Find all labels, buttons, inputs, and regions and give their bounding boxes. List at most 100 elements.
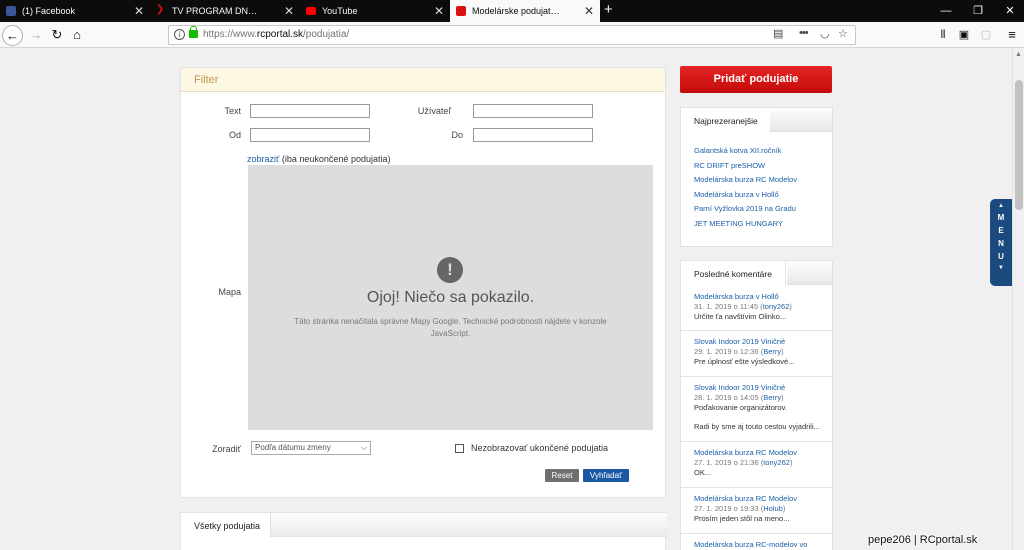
comment-text: OK... — [694, 468, 712, 477]
hamburger-menu-icon[interactable]: ≡ — [1002, 25, 1022, 45]
lock-icon[interactable] — [189, 26, 198, 38]
comment-text: Poďakovanie organizátorov. — [694, 403, 787, 412]
search-button[interactable]: Vyhľadať — [583, 469, 629, 482]
comment-user[interactable]: tony262 — [763, 302, 790, 311]
page-actions-icon[interactable]: ••• — [799, 27, 809, 39]
show-link[interactable]: zobraziť — [247, 154, 279, 164]
text-input[interactable] — [250, 104, 370, 118]
popular-item[interactable]: Modelárska burza RC Modelov — [681, 173, 832, 188]
comment-meta: 27. 1. 2019 o 19:33 (Holub) — [694, 504, 786, 513]
watermark: pepe206 | RCportal.sk — [868, 534, 978, 546]
sort-select[interactable]: Podľa dátumu zmeny ⌵ — [251, 441, 371, 455]
user-label: Užívateľ — [417, 106, 451, 116]
info-icon[interactable]: i — [174, 29, 185, 40]
side-menu-tab[interactable]: ▲ M E N U ▼ — [990, 199, 1012, 286]
menu-arrow-icon: ▼ — [998, 265, 1004, 271]
url-text[interactable]: https://www.rcportal.sk/podujatia/ — [203, 29, 349, 40]
header-gradient — [770, 108, 832, 132]
tab-rcportal[interactable]: Modelárske podujatia a stretnu ✕ — [450, 0, 600, 22]
comment-title[interactable]: Modelárska burza RC-modelov vo — [694, 540, 828, 550]
hide-finished-label[interactable]: Nezobrazovať ukončené podujatia — [471, 443, 608, 453]
exclamation-icon: ! — [437, 257, 463, 283]
youtube-icon — [306, 7, 316, 15]
comment-date: 27. 1. 2019 o 19:33 — [694, 504, 759, 513]
menu-letter: U — [998, 252, 1004, 261]
reader-view-icon[interactable]: ▤ — [773, 27, 783, 40]
home-icon[interactable]: ⌂ — [67, 25, 87, 45]
page-scrollbar[interactable]: ▲ — [1012, 49, 1024, 550]
tab-facebook[interactable]: (1) Facebook ✕ — [0, 0, 150, 22]
comment-item: Modelárska burza v Hollő 31. 1. 2019 o 1… — [681, 286, 832, 331]
comment-title[interactable]: Slovak Indoor 2019 Viničné — [694, 337, 828, 347]
map-error-message: Táto stránka nenačítala správne Mapy Goo… — [294, 317, 607, 338]
restore-button[interactable]: ❐ — [968, 0, 988, 22]
tab-title: YouTube — [322, 6, 358, 16]
tab-strip-background — [271, 513, 667, 537]
hide-finished-checkbox[interactable] — [455, 444, 464, 453]
url-host: rcportal.sk — [256, 29, 304, 40]
bookmark-star-icon[interactable]: ☆ — [838, 27, 848, 40]
tab-youtube[interactable]: YouTube ✕ — [300, 0, 450, 22]
extension-icon[interactable]: ▢ — [976, 25, 996, 45]
new-tab-button[interactable]: + — [604, 0, 613, 22]
comment-title[interactable]: Modelárska burza RC Modelov — [694, 448, 828, 458]
tab-title: (1) Facebook — [22, 6, 76, 16]
popular-title[interactable]: Najprezeranejšie — [681, 108, 772, 133]
scroll-up-icon[interactable]: ▲ — [1015, 51, 1022, 58]
reload-icon[interactable]: ↻ — [47, 25, 67, 45]
library-icon[interactable]: ⫴ — [933, 25, 953, 45]
popular-item[interactable]: JET MEETING HUNGARY — [681, 217, 832, 232]
address-bar[interactable]: i https://www.rcportal.sk/podujatia/ ▤ •… — [168, 25, 856, 45]
popular-item[interactable]: Modelárska burza v Hollő — [681, 188, 832, 203]
to-date-input[interactable] — [473, 128, 593, 142]
comment-item: Modelárska burza RC Modelov 27. 1. 2019 … — [681, 488, 832, 534]
popular-box: Najprezeranejšie Galantská kotva XII.roč… — [680, 107, 833, 247]
rcportal-icon — [456, 6, 466, 16]
minimize-button[interactable]: — — [936, 0, 956, 22]
all-events-panel: Všetky podujatia — [180, 512, 667, 550]
sidebar-icon[interactable]: ▣ — [954, 25, 974, 45]
back-arrow-icon[interactable]: ← — [2, 25, 23, 46]
comment-date: 29. 1. 2019 o 12:36 — [694, 347, 759, 356]
comments-title[interactable]: Posledné komentáre — [681, 261, 786, 286]
tab-close-icon[interactable]: ✕ — [584, 0, 594, 22]
tab-strip: (1) Facebook ✕ ❯ TV PROGRAM DNES, aktuál… — [0, 0, 1024, 22]
forward-arrow-icon[interactable]: → — [26, 25, 46, 45]
close-window-button[interactable]: ✕ — [1000, 0, 1020, 22]
pocket-icon[interactable]: ◡ — [820, 27, 830, 40]
popular-item[interactable]: Galantská kotva XII.ročník — [681, 144, 832, 159]
navigation-bar: ← → ↻ ⌂ i https://www.rcportal.sk/poduja… — [0, 22, 1024, 48]
comment-item: Slovak Indoor 2019 Viničné 29. 1. 2019 o… — [681, 331, 832, 377]
google-map[interactable]: ! Ojoj! Niečo sa pokazilo. Táto stránka … — [248, 165, 653, 430]
comment-user[interactable]: Holub — [763, 504, 783, 513]
comment-date: 31. 1. 2019 o 11:45 — [694, 302, 759, 311]
comments-box: Posledné komentáre Modelárska burza v Ho… — [680, 260, 833, 550]
comment-meta: 29. 1. 2019 o 12:36 (Berry) — [694, 347, 784, 356]
comment-title[interactable]: Modelárska burza v Hollő — [694, 292, 828, 302]
chevron-down-icon: ⌵ — [360, 443, 367, 452]
tab-close-icon[interactable]: ✕ — [134, 0, 144, 22]
comments-list: Modelárska burza v Hollő 31. 1. 2019 o 1… — [681, 286, 832, 550]
comment-text: Určite ťa navštívim Olinko... — [694, 312, 787, 321]
popular-list: Galantská kotva XII.ročník RC DRIFT preS… — [681, 133, 832, 232]
comment-user[interactable]: Berry — [763, 347, 781, 356]
user-input[interactable] — [473, 104, 593, 118]
tab-tvprogram[interactable]: ❯ TV PROGRAM DNES, aktuálny ✕ — [150, 0, 300, 22]
comment-user[interactable]: Berry — [763, 393, 781, 402]
tab-all-events[interactable]: Všetky podujatia — [181, 513, 271, 537]
menu-letter: E — [998, 226, 1004, 235]
tab-close-icon[interactable]: ✕ — [434, 0, 444, 22]
scroll-thumb[interactable] — [1015, 80, 1023, 210]
reset-button[interactable]: Reset — [545, 469, 579, 482]
to-label: Do — [451, 130, 463, 140]
add-event-button[interactable]: Pridať podujatie — [680, 66, 832, 93]
comment-user[interactable]: tony262 — [763, 458, 790, 467]
comment-title[interactable]: Slovak Indoor 2019 Viničné — [694, 383, 828, 393]
comment-text-more: Radi by sme aj touto cestou vyjadrili... — [694, 422, 820, 431]
popular-item[interactable]: Parní Vyžlovka 2019 na Gradu — [681, 202, 832, 217]
comment-title[interactable]: Modelárska burza RC Modelov — [694, 494, 828, 504]
comment-meta: 27. 1. 2019 o 21:36 (tony262) — [694, 458, 793, 467]
from-date-input[interactable] — [250, 128, 370, 142]
popular-item[interactable]: RC DRIFT preSHOW — [681, 159, 832, 174]
tab-close-icon[interactable]: ✕ — [284, 0, 294, 22]
